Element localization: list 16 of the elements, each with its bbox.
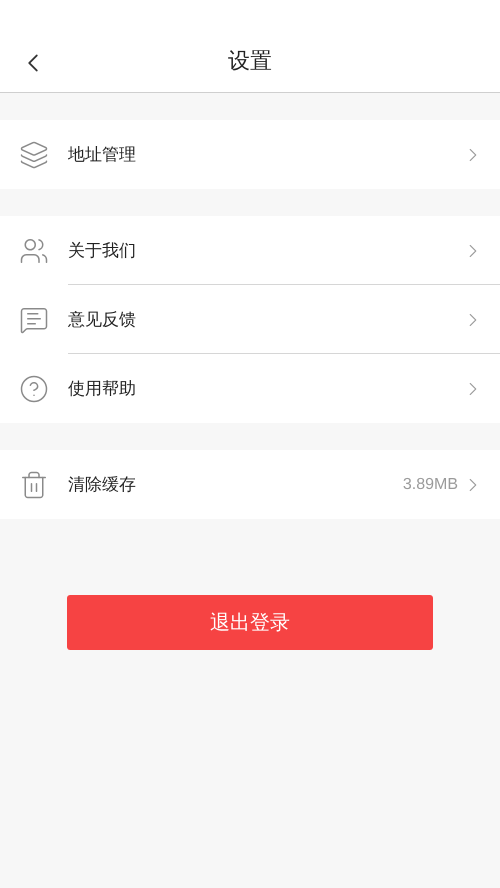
row-label: 关于我们 [68,240,136,262]
row-label: 使用帮助 [68,378,136,400]
settings-row[interactable]: 地址管理 [0,120,500,189]
help-icon [19,374,49,404]
settings-row[interactable]: 关于我们 [0,216,500,285]
logout-button[interactable]: 退出登录 [67,595,433,650]
settings-row[interactable]: 清除缓存 3.89MB [0,450,500,519]
trash-icon [19,470,49,500]
settings-row[interactable]: 使用帮助 [0,354,500,423]
row-label: 意见反馈 [68,308,136,331]
row-label: 清除缓存 [68,474,136,496]
row-label: 地址管理 [68,144,136,166]
page-title: 设置 [228,46,272,74]
cache-size: 3.89MB [402,474,458,494]
settings-row[interactable]: 意见反馈 [0,285,500,354]
layers-icon [19,140,49,170]
